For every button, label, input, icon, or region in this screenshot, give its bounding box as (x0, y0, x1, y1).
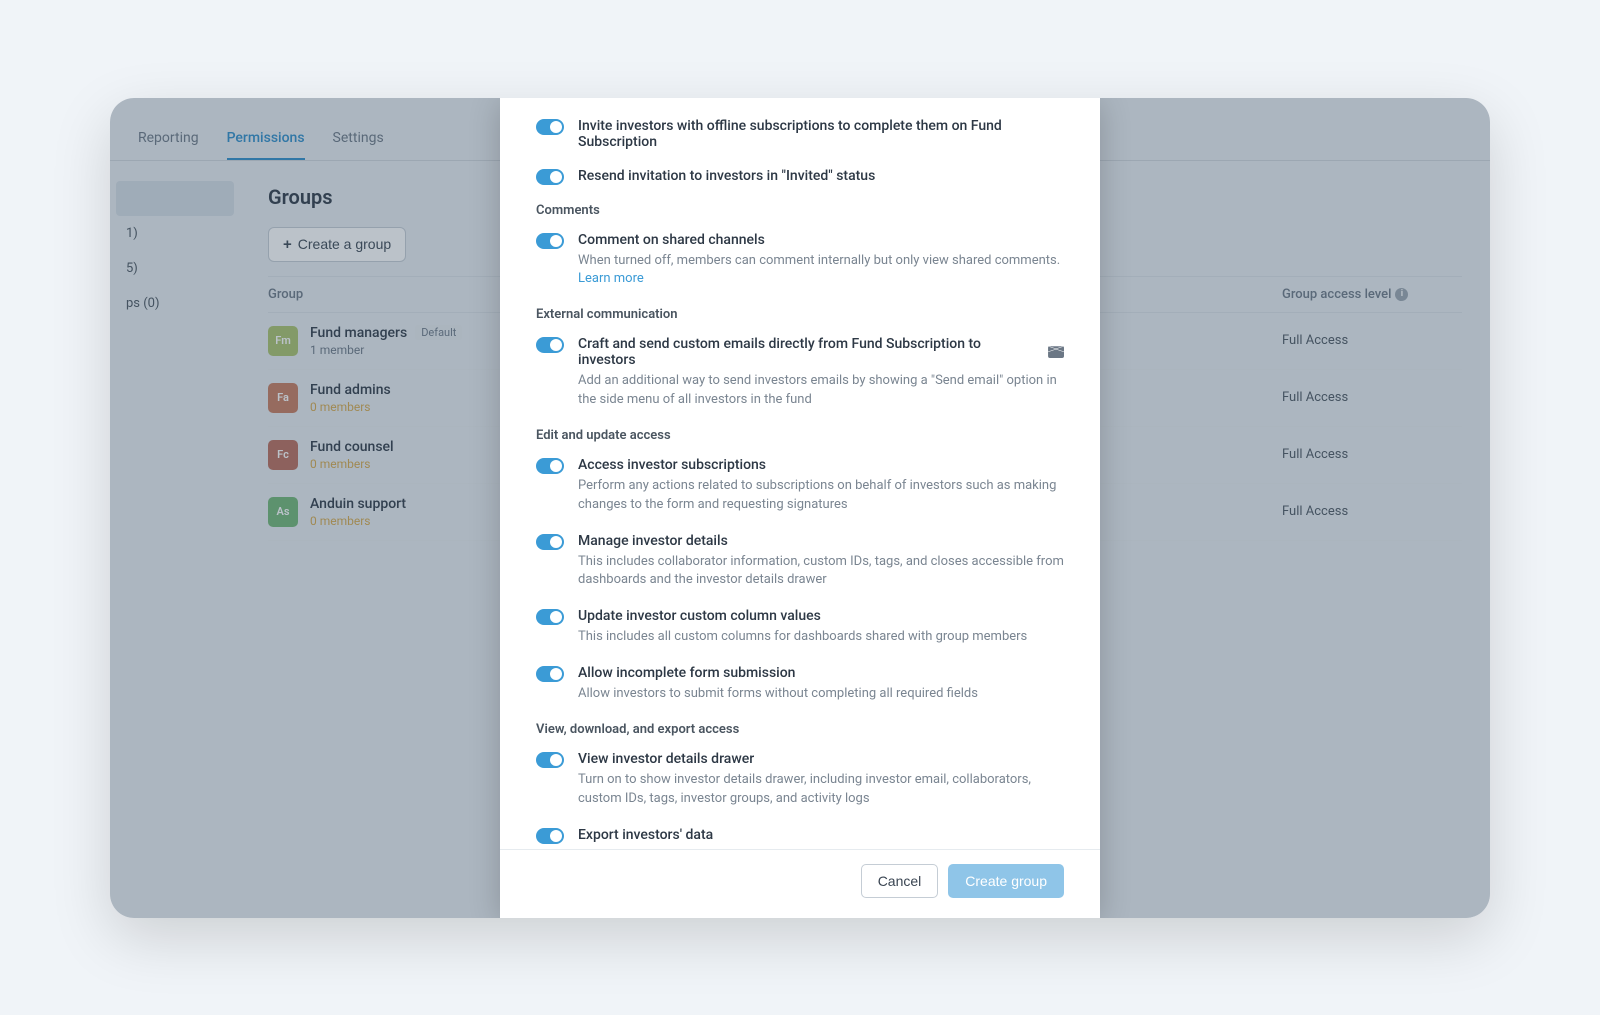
toggle-comment-shared[interactable] (536, 233, 564, 249)
cancel-button[interactable]: Cancel (861, 864, 939, 898)
perm-access-title: Access investor subscriptions (578, 457, 1064, 473)
learn-more-link[interactable]: Learn more (578, 271, 644, 286)
perm-access-desc: Perform any actions related to subscript… (578, 477, 1064, 515)
perm-allow-title: Allow incomplete form submission (578, 665, 1064, 681)
mail-icon (1048, 346, 1064, 358)
perm-export-title: Export investors' data (578, 827, 1064, 843)
create-group-submit-button[interactable]: Create group (948, 864, 1064, 898)
perm-comment-title: Comment on shared channels (578, 232, 1064, 248)
toggle-allow-incomplete[interactable] (536, 666, 564, 682)
perm-resend-title: Resend invitation to investors in "Invit… (578, 168, 1064, 184)
section-view: View, download, and export access (536, 722, 1064, 737)
toggle-invite-offline[interactable] (536, 119, 564, 135)
perm-viewdrawer-desc: Turn on to show investor details drawer,… (578, 771, 1064, 809)
section-external: External communication (536, 307, 1064, 322)
toggle-resend-invitation[interactable] (536, 169, 564, 185)
perm-manage-title: Manage investor details (578, 533, 1064, 549)
perm-comment-desc: When turned off, members can comment int… (578, 252, 1064, 290)
create-group-modal: Invite investors with offline subscripti… (500, 98, 1100, 918)
toggle-view-drawer[interactable] (536, 752, 564, 768)
perm-viewdrawer-title: View investor details drawer (578, 751, 1064, 767)
perm-allow-desc: Allow investors to submit forms without … (578, 685, 1064, 704)
section-comments: Comments (536, 203, 1064, 218)
perm-invite-title: Invite investors with offline subscripti… (578, 118, 1064, 150)
toggle-update-columns[interactable] (536, 609, 564, 625)
modal-footer: Cancel Create group (500, 849, 1100, 918)
perm-craft-desc: Add an additional way to send investors … (578, 372, 1064, 410)
toggle-manage-details[interactable] (536, 534, 564, 550)
perm-manage-desc: This includes collaborator information, … (578, 553, 1064, 591)
perm-craft-title: Craft and send custom emails directly fr… (578, 336, 1064, 368)
toggle-craft-emails[interactable] (536, 337, 564, 353)
section-edit: Edit and update access (536, 428, 1064, 443)
toggle-access-subscriptions[interactable] (536, 458, 564, 474)
perm-update-desc: This includes all custom columns for das… (578, 628, 1064, 647)
toggle-export-data[interactable] (536, 828, 564, 844)
perm-update-title: Update investor custom column values (578, 608, 1064, 624)
